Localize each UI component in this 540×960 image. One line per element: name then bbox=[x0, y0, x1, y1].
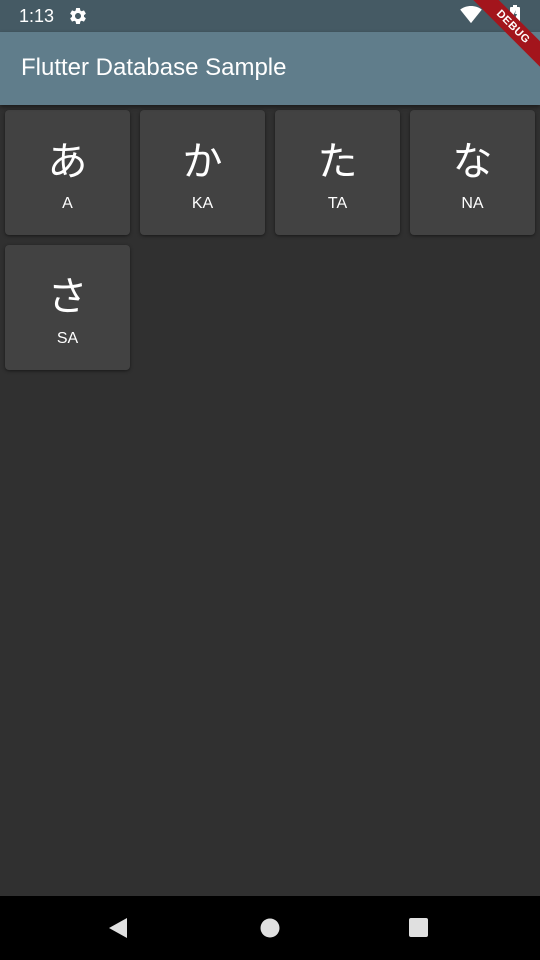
kana-romaji: NA bbox=[461, 195, 484, 212]
kana-card[interactable]: た TA bbox=[275, 110, 400, 235]
system-nav-bar bbox=[0, 896, 540, 960]
app-bar: Flutter Database Sample bbox=[0, 32, 540, 105]
kana-romaji: SA bbox=[56, 330, 79, 347]
kana-card[interactable]: さ SA bbox=[5, 245, 130, 370]
wifi-icon bbox=[460, 6, 482, 24]
kana-character: か bbox=[182, 139, 223, 185]
kana-romaji: KA bbox=[191, 195, 214, 212]
kana-character: な bbox=[452, 139, 493, 185]
kana-card[interactable]: か KA bbox=[140, 110, 265, 235]
page-title: Flutter Database Sample bbox=[21, 54, 287, 81]
kana-romaji: TA bbox=[327, 195, 348, 212]
kana-card[interactable]: あ A bbox=[5, 110, 130, 235]
kana-card[interactable]: な NA bbox=[410, 110, 535, 235]
recents-icon[interactable] bbox=[405, 914, 433, 942]
gear-icon bbox=[70, 7, 86, 24]
kana-character: あ bbox=[47, 139, 88, 185]
kana-romaji: A bbox=[62, 195, 73, 212]
back-icon[interactable] bbox=[105, 914, 133, 942]
screen: 1:13 Flutter Database Sample DEBUG あ A か… bbox=[0, 0, 540, 960]
kana-character: た bbox=[317, 139, 358, 185]
status-bar: 1:13 bbox=[0, 0, 540, 32]
kana-character: さ bbox=[47, 274, 88, 320]
battery-icon bbox=[510, 5, 520, 25]
status-time: 1:13 bbox=[19, 6, 55, 26]
home-icon[interactable] bbox=[256, 914, 284, 942]
